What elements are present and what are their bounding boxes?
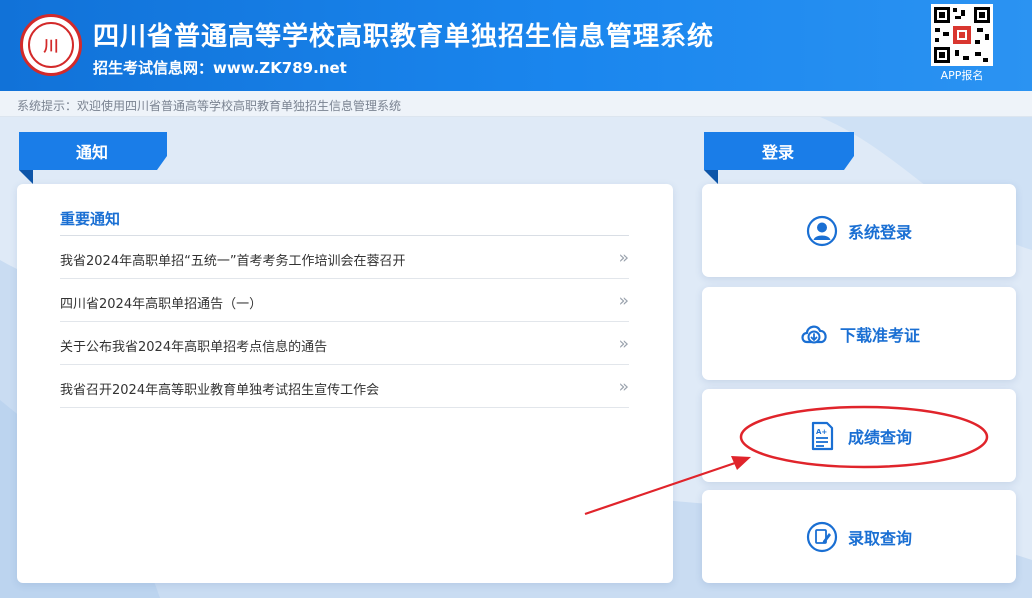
list-item[interactable]: 关于公布我省2024年高职单招考点信息的通告 » [60, 322, 629, 365]
news-link[interactable]: 我省2024年高职单招“五统一”首考考务工作培训会在蓉召开 [60, 250, 406, 269]
news-link[interactable]: 关于公布我省2024年高职单招考点信息的通告 [60, 336, 327, 355]
double-chevron-right-icon: » [618, 377, 629, 397]
svg-text:A+: A+ [816, 428, 827, 436]
user-icon [806, 215, 838, 246]
qr-label: APP报名 [940, 69, 984, 82]
list-item[interactable]: 我省召开2024年高等职业教育单独考试招生宣传工作会 » [60, 365, 629, 408]
download-admission-ticket-button[interactable]: 下载准考证 [702, 287, 1016, 380]
download-admission-ticket-label: 下载准考证 [839, 325, 920, 345]
admission-query-button[interactable]: 录取查询 [702, 490, 1016, 583]
score-query-label: 成绩查询 [847, 427, 912, 447]
admission-query-label: 录取查询 [847, 528, 912, 548]
site-subtitle[interactable]: 招生考试信息网：www.ZK789.net [93, 57, 347, 78]
system-login-button[interactable]: 系统登录 [702, 184, 1016, 277]
double-chevron-right-icon: » [618, 248, 629, 268]
tab-login-label: 登录 [761, 143, 794, 162]
score-query-button[interactable]: A+ 成绩查询 [702, 389, 1016, 482]
system-login-label: 系统登录 [847, 222, 912, 242]
site-title: 四川省普通高等学校高职教育单独招生信息管理系统 [93, 22, 715, 52]
panel-title: 重要通知 [60, 210, 121, 228]
news-list: 我省2024年高职单招“五统一”首考考务工作培训会在蓉召开 » 四川省2024年… [60, 236, 629, 408]
double-chevron-right-icon: » [618, 291, 629, 311]
site-header: 川 四川省普通高等学校高职教育单独招生信息管理系统 招生考试信息网：www.ZK… [0, 0, 1032, 91]
double-chevron-right-icon: » [618, 334, 629, 354]
tab-notice-label: 通知 [75, 143, 108, 162]
tab-login: 登录 [702, 132, 854, 184]
notice-panel: 重要通知 我省2024年高职单招“五统一”首考考务工作培训会在蓉召开 » 四川省… [17, 184, 673, 583]
news-link[interactable]: 四川省2024年高职单招通告（一） [60, 293, 262, 312]
system-notice-text: 系统提示：欢迎使用四川省普通高等学校高职教育单独招生信息管理系统 [17, 99, 402, 113]
qr-code-icon[interactable] [931, 4, 993, 66]
logo-emblem: 川 [28, 22, 74, 68]
system-notice-bar: 系统提示：欢迎使用四川省普通高等学校高职教育单独招生信息管理系统 [0, 91, 1032, 117]
tab-notice: 通知 [17, 132, 167, 184]
edit-icon [806, 521, 838, 552]
cloud-download-icon [801, 325, 827, 343]
grade-document-icon: A+ [811, 421, 834, 450]
news-link[interactable]: 我省召开2024年高等职业教育单独考试招生宣传工作会 [60, 379, 379, 398]
site-logo: 川 [20, 14, 82, 76]
list-item[interactable]: 四川省2024年高职单招通告（一） » [60, 279, 629, 322]
list-item[interactable]: 我省2024年高职单招“五统一”首考考务工作培训会在蓉召开 » [60, 236, 629, 279]
